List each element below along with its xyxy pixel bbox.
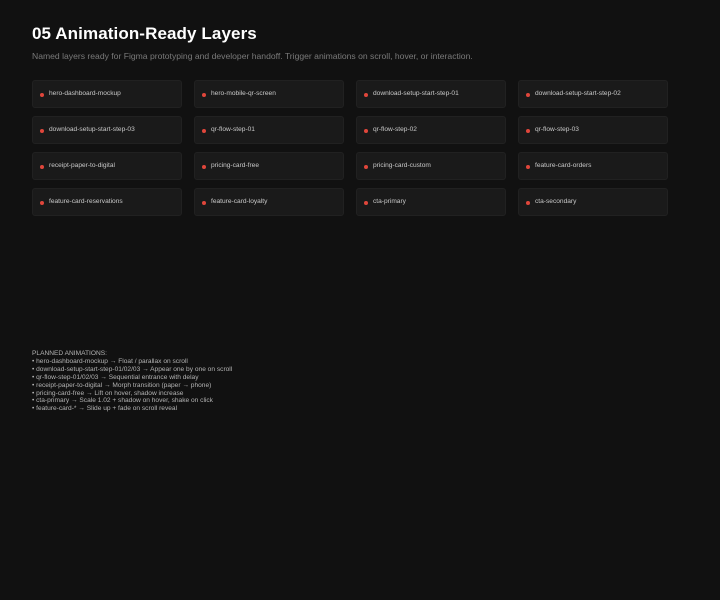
layer-card-cta-secondary[interactable]: cta-secondary bbox=[518, 188, 668, 216]
layer-card-download-setup-start-step-02[interactable]: download-setup-start-step-02 bbox=[518, 80, 668, 108]
status-dot-icon bbox=[364, 164, 368, 169]
layer-card-feature-card-orders[interactable]: feature-card-orders bbox=[518, 152, 668, 180]
layer-card-receipt-paper-to-digital[interactable]: receipt-paper-to-digital bbox=[32, 152, 182, 180]
layer-name: hero-mobile-qr-screen bbox=[211, 90, 276, 97]
page-title: 05 Animation-Ready Layers bbox=[32, 24, 257, 43]
layer-name: download-setup-start-step-01 bbox=[373, 90, 459, 97]
layer-name: qr-flow-step-03 bbox=[535, 126, 579, 133]
layer-name: feature-card-loyalty bbox=[211, 198, 268, 205]
status-dot-icon bbox=[202, 200, 206, 205]
layer-card-pricing-card-custom[interactable]: pricing-card-custom bbox=[356, 152, 506, 180]
status-dot-icon bbox=[364, 200, 368, 205]
layer-name: hero-dashboard-mockup bbox=[49, 90, 121, 97]
planned-animation-item: • hero-dashboard-mockup → Float / parall… bbox=[32, 357, 188, 365]
status-dot-icon bbox=[40, 92, 44, 97]
layer-card-feature-card-loyalty[interactable]: feature-card-loyalty bbox=[194, 188, 344, 216]
layer-grid: hero-dashboard-mockup hero-mobile-qr-scre… bbox=[32, 80, 668, 216]
layer-name: qr-flow-step-01 bbox=[211, 126, 255, 133]
status-dot-icon bbox=[364, 128, 368, 133]
status-dot-icon bbox=[202, 92, 206, 97]
status-dot-icon bbox=[526, 200, 530, 205]
planned-animation-item: • feature-card-* → Slide up + fade on sc… bbox=[32, 405, 178, 413]
layer-name: pricing-card-free bbox=[211, 162, 260, 169]
status-dot-icon bbox=[526, 92, 530, 97]
layer-name: qr-flow-step-02 bbox=[373, 126, 417, 133]
planned-animation-item: • cta-primary → Scale 1.02 + shadow on h… bbox=[32, 397, 213, 405]
status-dot-icon bbox=[40, 164, 44, 169]
layer-card-download-setup-start-step-01[interactable]: download-setup-start-step-01 bbox=[356, 80, 506, 108]
layer-card-feature-card-reservations[interactable]: feature-card-reservations bbox=[32, 188, 182, 216]
layer-name: cta-primary bbox=[373, 198, 406, 205]
layer-card-qr-flow-step-03[interactable]: qr-flow-step-03 bbox=[518, 116, 668, 144]
layer-name: receipt-paper-to-digital bbox=[49, 162, 115, 169]
status-dot-icon bbox=[202, 164, 206, 169]
layer-name: pricing-card-custom bbox=[373, 162, 431, 169]
layer-card-qr-flow-step-01[interactable]: qr-flow-step-01 bbox=[194, 116, 344, 144]
status-dot-icon bbox=[364, 92, 368, 97]
status-dot-icon bbox=[526, 164, 530, 169]
layer-name: feature-card-orders bbox=[535, 162, 592, 169]
layer-name: feature-card-reservations bbox=[49, 198, 123, 205]
planned-animation-item: • download-setup-start-step-01/02/03 → A… bbox=[32, 365, 233, 373]
layer-card-pricing-card-free[interactable]: pricing-card-free bbox=[194, 152, 344, 180]
status-dot-icon bbox=[40, 200, 44, 205]
status-dot-icon bbox=[526, 128, 530, 133]
layer-name: download-setup-start-step-02 bbox=[535, 90, 621, 97]
layer-card-cta-primary[interactable]: cta-primary bbox=[356, 188, 506, 216]
planned-animations-list: • hero-dashboard-mockup → Float / parall… bbox=[32, 358, 232, 413]
planned-animations: PLANNED ANIMATIONS: • hero-dashboard-moc… bbox=[32, 350, 232, 413]
layer-card-hero-dashboard-mockup[interactable]: hero-dashboard-mockup bbox=[32, 80, 182, 108]
planned-animations-heading: PLANNED ANIMATIONS: bbox=[32, 350, 107, 357]
layer-card-qr-flow-step-02[interactable]: qr-flow-step-02 bbox=[356, 116, 506, 144]
status-dot-icon bbox=[40, 128, 44, 133]
planned-animation-item: • receipt-paper-to-digital → Morph trans… bbox=[32, 381, 212, 389]
layer-name: cta-secondary bbox=[535, 198, 577, 205]
animation-layers-page: 05 Animation-Ready Layers Named layers r… bbox=[32, 24, 688, 412]
planned-animation-item: • pricing-card-free → Lift on hover, sha… bbox=[32, 389, 184, 397]
layer-name: download-setup-start-step-03 bbox=[49, 126, 135, 133]
status-dot-icon bbox=[202, 128, 206, 133]
page-subtitle: Named layers ready for Figma prototyping… bbox=[32, 51, 473, 61]
planned-animation-item: • qr-flow-step-01/02/03 → Sequential ent… bbox=[32, 373, 199, 381]
layer-card-hero-mobile-qr-screen[interactable]: hero-mobile-qr-screen bbox=[194, 80, 344, 108]
layer-card-download-setup-start-step-03[interactable]: download-setup-start-step-03 bbox=[32, 116, 182, 144]
